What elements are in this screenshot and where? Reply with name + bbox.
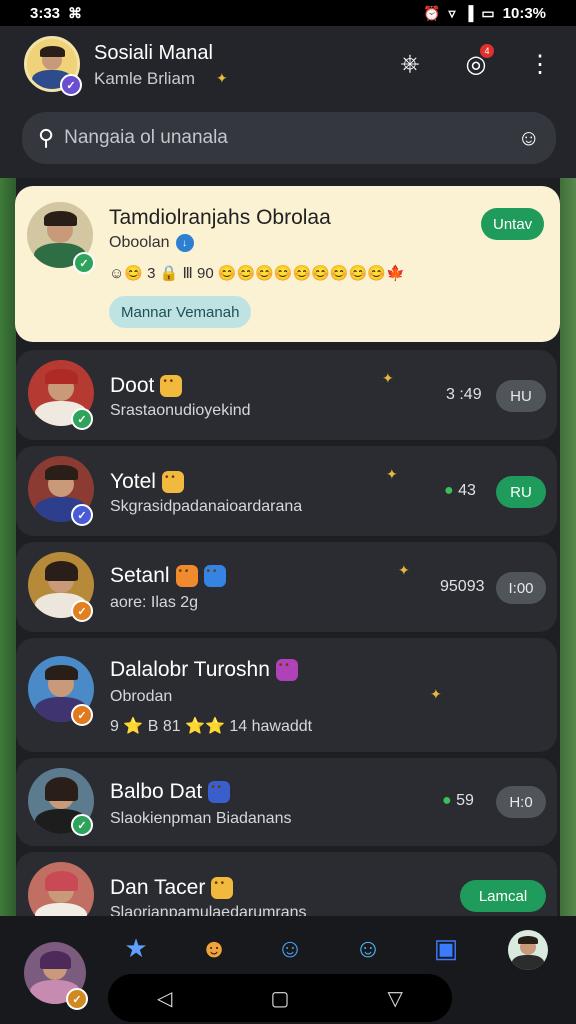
status-badge-icon: ✓ [71,600,93,622]
chat-preview: aore: Ilas 2g [110,594,199,611]
chat-pill[interactable]: I:00 [496,572,546,604]
chat-name: Yotel [110,470,184,494]
chat-name: Dalalobr Turoshn [110,658,298,682]
sparkle-icon: ✦ [216,70,228,86]
emoji-icon [211,877,234,900]
add-contact-icon[interactable]: ⎈ [392,46,428,82]
battery-icon: ▭ [481,4,495,21]
notification-dot: 4 [480,44,494,58]
app-title: Sosiali Manal [94,42,213,64]
chat-time: 3 :49 [446,386,482,403]
more-options-icon[interactable]: ⋮ [522,46,558,82]
sparkle-icon: ✦ [382,370,394,386]
info-icon: ↓ [175,234,194,252]
emoji-tab-icon[interactable]: ☺ [272,930,308,966]
home-button-icon[interactable]: ▢ [271,986,290,1011]
status-bar: 3:33 ⌘ ⏰ ▿ ▐ ▭ 10:3% [0,0,576,26]
app-header: ✓ Sosiali Manal Kamle Brliam ✦ ⎈ ◎ 4 ⋮ ⚲… [0,26,576,186]
chat-name: Balbo Dat [110,780,231,804]
bottom-navigation: ✓ ★ ☻ ☺ ☺ ▣ ◁ ▢ ▽ [0,916,576,1024]
featured-emoji-line: ☺😊 3 🔒 Ⅲ 90 😊😊😊😊😊😊😊😊😊🍁 [109,265,405,282]
signal-icon: ▐ [463,5,474,21]
chat-pill[interactable]: HU [496,380,546,412]
chat-time: 95093 [440,578,485,595]
status-time: 3:33 [30,4,61,22]
battery-percent: 10:3% [502,4,546,22]
chat-preview: Obrodan [110,688,173,705]
chat-time: ● 43 [444,482,476,499]
status-badge-icon: ✓ [71,814,93,836]
chat-name: Setanl [110,564,226,588]
reactions-icon[interactable]: ☻ [196,930,232,966]
search-input[interactable]: Nangaia ol unanala [64,127,517,149]
app-subtitle: Kamle Brliam [94,69,196,88]
verified-badge-icon: ✓ [73,252,95,274]
emoji-icon [175,565,198,588]
chat-preview-line2: 9 ⭐ B 81 ⭐⭐ 14 hawaddt [110,718,313,735]
chat-preview: Slaokienpman Biadanans [110,810,292,827]
sparkle-icon: ✦ [430,686,442,702]
search-bar[interactable]: ⚲ Nangaia ol unanala ☺ [22,112,556,164]
emoji-icon [161,471,184,494]
featured-tag[interactable]: Mannar Vemanah [109,296,252,328]
recents-icon[interactable]: ▽ [388,986,403,1011]
calendar-icon[interactable]: ▣ [428,930,464,966]
back-icon[interactable]: ◁ [157,986,172,1011]
status-badge-icon: ✓ [71,504,93,526]
account-avatar[interactable] [508,930,548,970]
status-badge-icon: ✓ [71,408,93,430]
system-navigation: ◁ ▢ ▽ [108,974,452,1022]
emoji-icon [208,781,231,804]
status-badge-icon: ✓ [66,988,88,1010]
home-icon[interactable]: ★ [118,930,154,966]
contacts-icon[interactable]: ☺ [350,930,386,966]
chat-preview: Srastaonudioyekind [110,402,251,419]
chat-pill[interactable]: Lamcal [460,880,546,912]
sparkle-icon: ✦ [398,562,410,578]
chat-time: ● 59 [442,792,474,809]
game-icon: ⌘ [68,4,83,21]
wifi-icon: ▿ [448,4,456,21]
chat-name: Doot [110,374,183,398]
emoji-icon [160,375,183,398]
featured-name: Tamdiolranjahs Obrolaa [109,206,331,229]
chat-row-2[interactable]: ✓ Setanl aore: Ilas 2g ✦ 95093 I:00 [16,542,557,632]
featured-status: Oboolan [109,234,170,251]
chat-row-1[interactable]: ✓ Yotel Skgrasidpadanaioardarana ✦ ● 43 … [16,446,557,536]
verified-badge-icon: ✓ [60,74,82,96]
voice-search-icon[interactable]: ☺ [518,125,540,151]
search-icon: ⚲ [38,125,55,150]
chat-row-3[interactable]: ✓ Dalalobr Turoshn Obrodan 9 ⭐ B 81 ⭐⭐ 1… [16,638,557,752]
featured-chat-card[interactable]: ✓ Tamdiolranjahs Obrolaa Oboolan ↓ ☺😊 3 … [15,186,560,342]
chat-label-icon [203,565,226,588]
emoji-icon [275,659,298,682]
alarm-icon: ⏰ [423,4,441,21]
chat-row-0[interactable]: ✓ Doot Srastaonudioyekind ✦ 3 :49 HU [16,350,557,440]
chat-preview: Skgrasidpadanaioardarana [110,498,303,515]
chat-pill[interactable]: H:0 [496,786,546,818]
sparkle-icon: ✦ [386,466,398,482]
chat-row-4[interactable]: ✓ Balbo Dat Slaokienpman Biadanans ● 59 … [16,758,557,846]
notifications-button[interactable]: ◎ 4 [458,44,494,82]
chat-pill[interactable]: RU [496,476,546,508]
chat-name: Dan Tacer [110,876,234,900]
featured-action-button[interactable]: Untav [481,208,545,240]
status-badge-icon: ✓ [71,704,93,726]
